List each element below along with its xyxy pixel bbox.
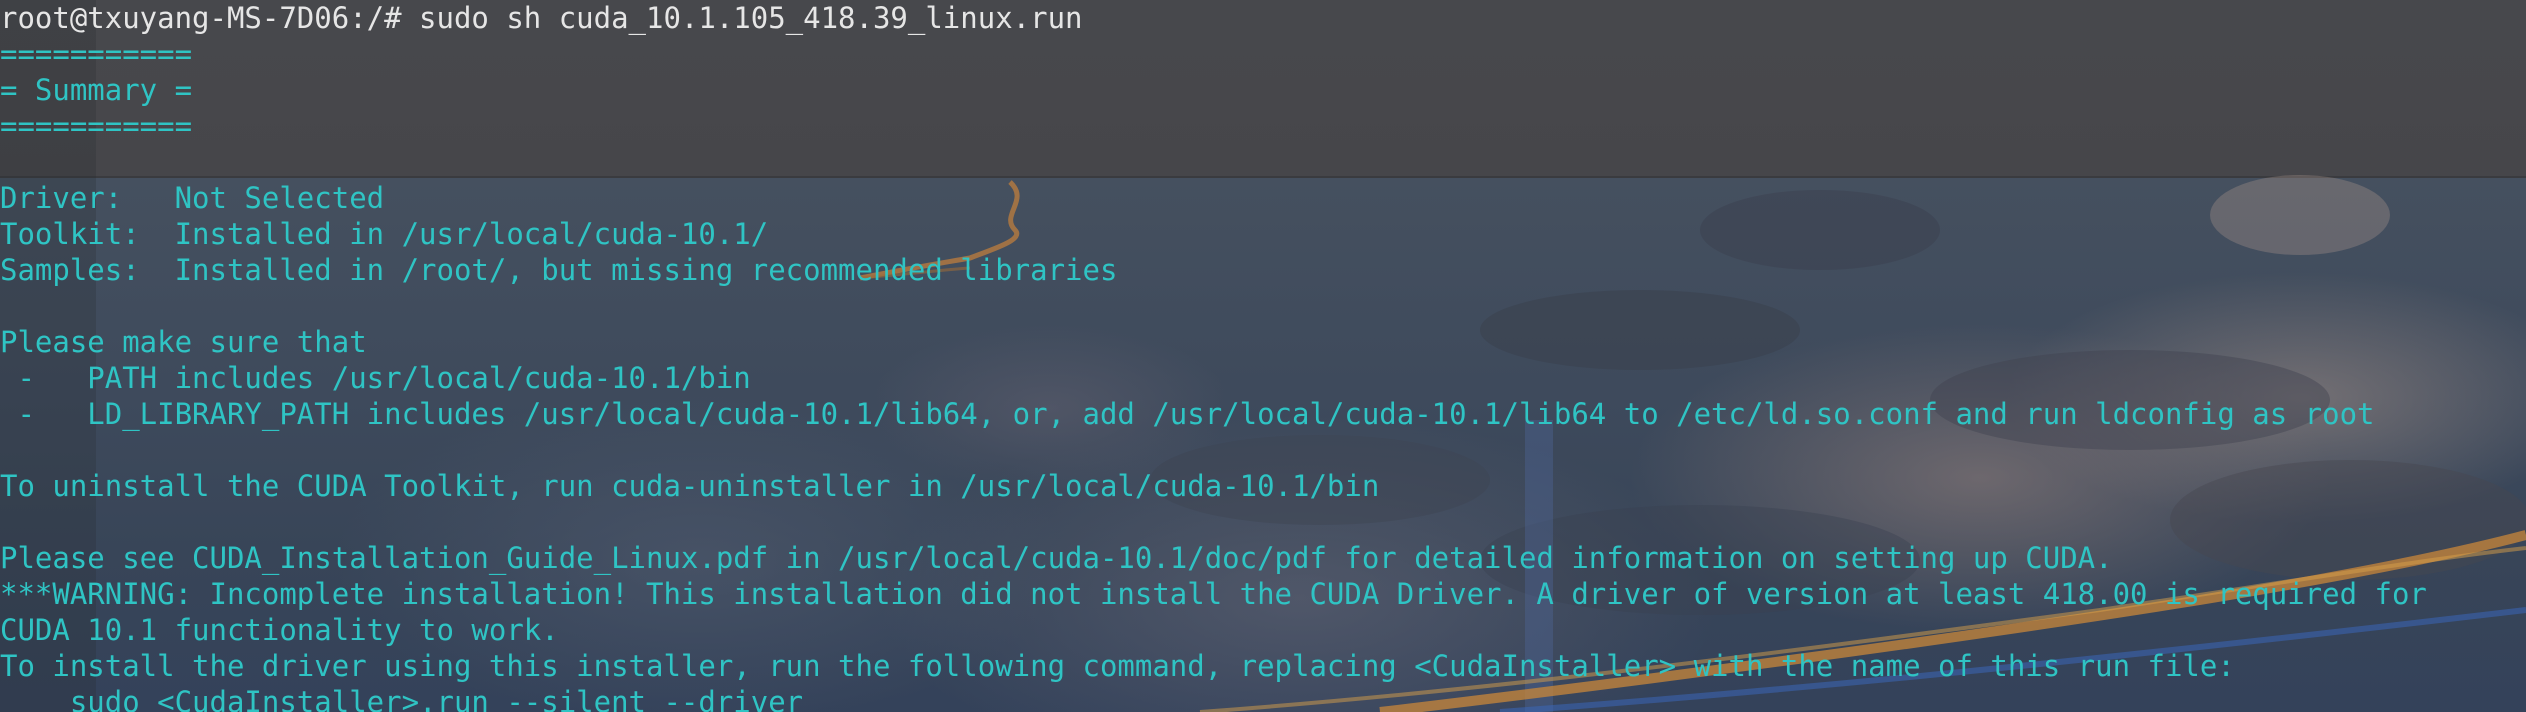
uninstall-instruction: To uninstall the CUDA Toolkit, run cuda-… — [0, 469, 1380, 503]
driver-install-instruction: To install the driver using this install… — [0, 649, 2235, 683]
toolkit-status-line: Toolkit: Installed in /usr/local/cuda-10… — [0, 217, 769, 251]
instructions-heading: Please make sure that — [0, 325, 367, 359]
warning-continuation-line: CUDA 10.1 functionality to work. — [0, 613, 559, 647]
driver-install-command: sudo <CudaInstaller>.run --silent --driv… — [0, 685, 804, 712]
terminal-output[interactable]: root@txuyang-MS-7D06:/# sudo sh cuda_10.… — [0, 0, 2526, 712]
ld-library-path-instruction: - LD_LIBRARY_PATH includes /usr/local/cu… — [0, 397, 2375, 431]
summary-border-bottom: =========== — [0, 109, 193, 143]
installation-guide-line: Please see CUDA_Installation_Guide_Linux… — [0, 541, 2113, 575]
terminal-prompt-line: root@txuyang-MS-7D06:/# sudo sh cuda_10.… — [0, 1, 1083, 35]
driver-status-line: Driver: Not Selected — [0, 181, 385, 215]
summary-border-top: =========== — [0, 37, 193, 71]
samples-status-line: Samples: Installed in /root/, but missin… — [0, 253, 1118, 287]
path-instruction: - PATH includes /usr/local/cuda-10.1/bin — [0, 361, 751, 395]
summary-heading: = Summary = — [0, 73, 193, 107]
warning-line: ***WARNING: Incomplete installation! Thi… — [0, 577, 2427, 611]
